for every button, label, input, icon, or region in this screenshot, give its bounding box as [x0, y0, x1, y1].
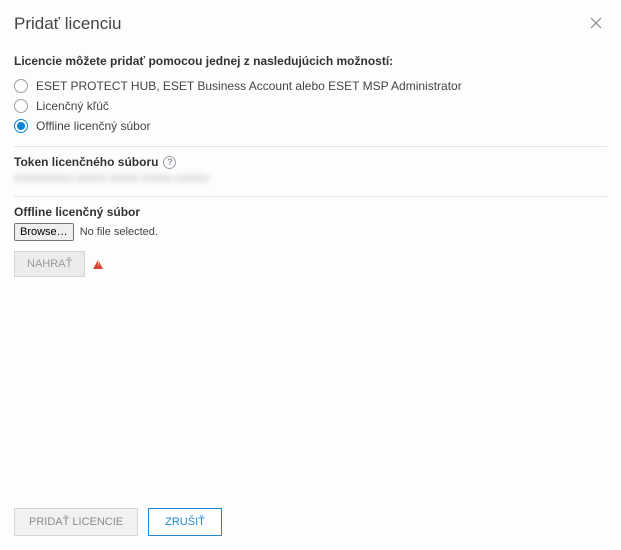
- close-button[interactable]: [587, 14, 605, 32]
- dialog-footer: Pridať licencie Zrušiť: [0, 498, 621, 550]
- instruction-text: Licencie môžete pridať pomocou jednej z …: [14, 54, 607, 68]
- option-license-key[interactable]: Licenčný kľúč: [14, 96, 607, 116]
- cancel-button[interactable]: Zrušiť: [148, 508, 222, 536]
- warning-icon: [93, 260, 103, 269]
- option-offline-file[interactable]: Offline licenčný súbor: [14, 116, 607, 136]
- upload-button[interactable]: Nahrať: [14, 251, 85, 277]
- dialog-header: Pridať licenciu: [0, 0, 621, 42]
- dialog-title: Pridať licenciu: [14, 14, 121, 34]
- divider: [14, 146, 607, 147]
- help-icon[interactable]: ?: [163, 156, 176, 169]
- option-hub-account[interactable]: ESET PROTECT HUB, ESET Business Account …: [14, 76, 607, 96]
- option-label: ESET PROTECT HUB, ESET Business Account …: [36, 79, 462, 93]
- file-picker-row: Browse… No file selected.: [14, 223, 607, 241]
- file-status-text: No file selected.: [80, 226, 158, 238]
- browse-button[interactable]: Browse…: [14, 223, 74, 241]
- token-value-obscured: XXXXXXXX-XXXX-XXXX-XXXX-XXXXXXXXXXXX: [14, 173, 209, 186]
- option-label: Offline licenčný súbor: [36, 119, 151, 133]
- token-title-text: Token licenčného súboru: [14, 155, 158, 169]
- dialog-body: Licencie môžete pridať pomocou jednej z …: [0, 42, 621, 498]
- option-label: Licenčný kľúč: [36, 99, 109, 113]
- file-section-title: Offline licenčný súbor: [14, 205, 607, 219]
- add-license-dialog: Pridať licenciu Licencie môžete pridať p…: [0, 0, 621, 550]
- file-title-text: Offline licenčný súbor: [14, 205, 140, 219]
- divider: [14, 196, 607, 197]
- token-section-title: Token licenčného súboru ?: [14, 155, 607, 169]
- radio-icon: [14, 79, 28, 93]
- add-licenses-button[interactable]: Pridať licencie: [14, 508, 138, 536]
- upload-row: Nahrať: [14, 251, 607, 277]
- close-icon: [589, 16, 603, 30]
- radio-icon: [14, 119, 28, 133]
- radio-icon: [14, 99, 28, 113]
